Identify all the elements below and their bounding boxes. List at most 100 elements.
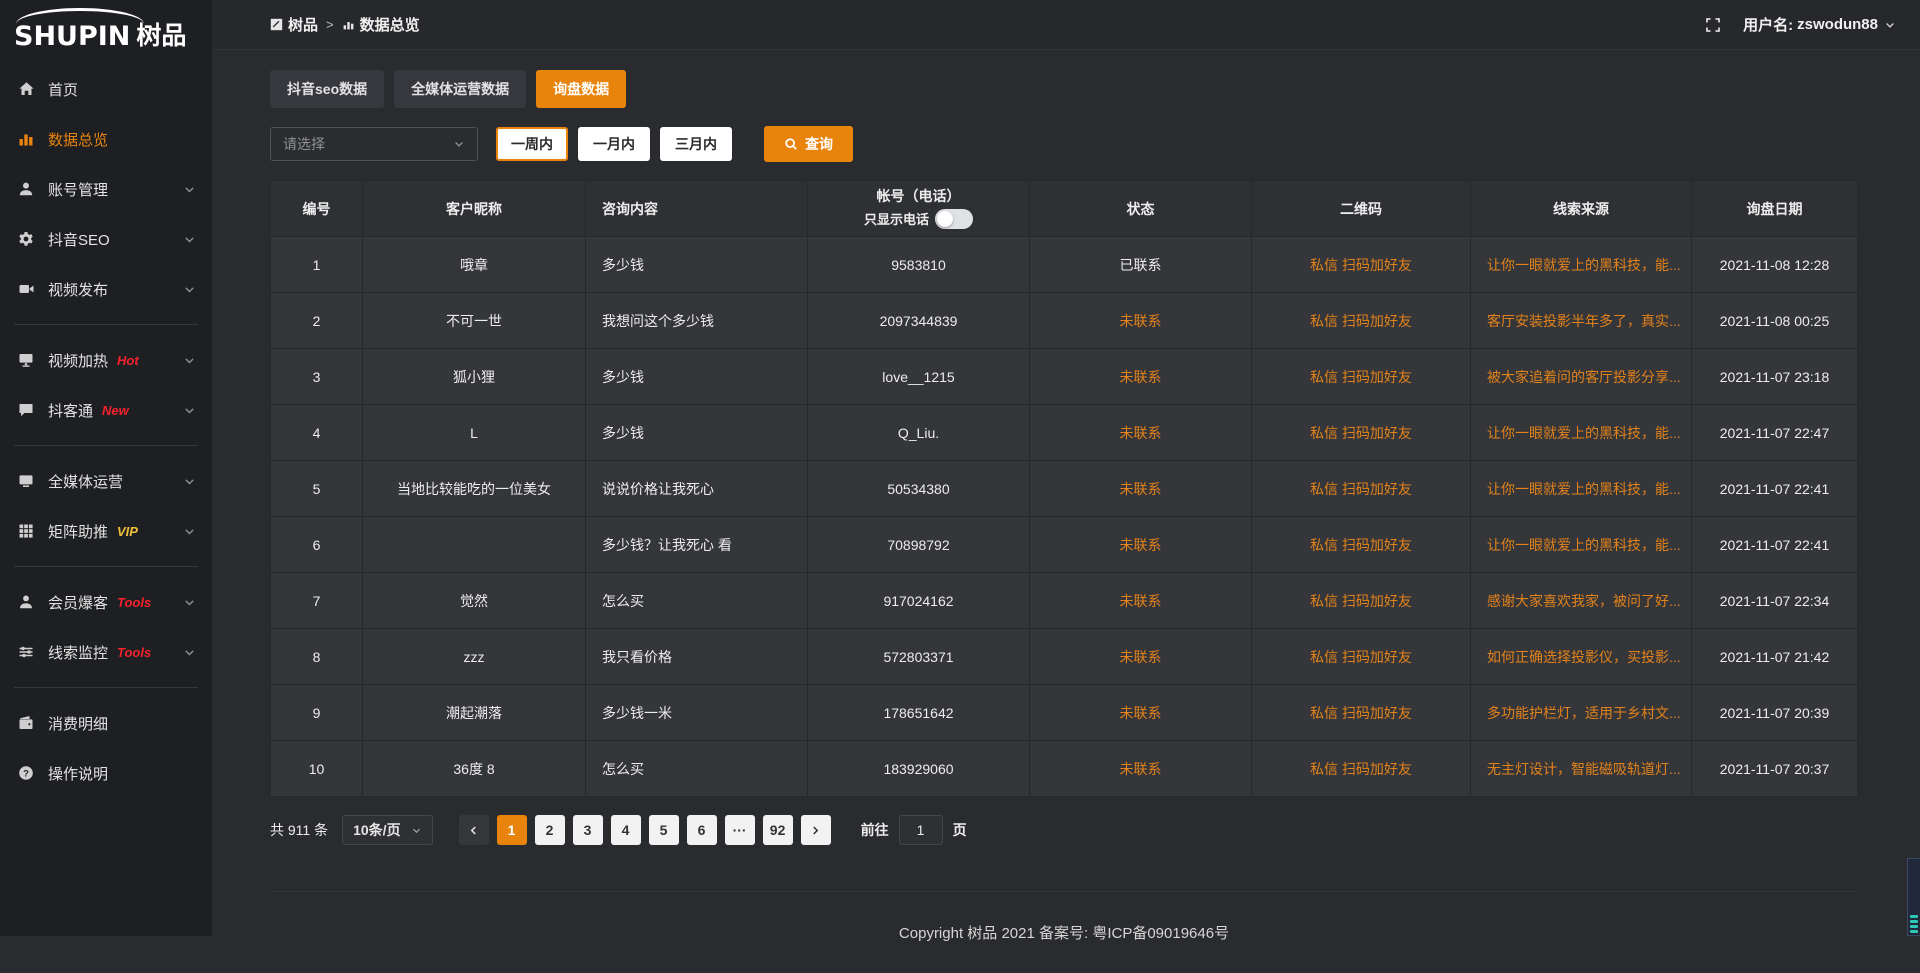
chart-icon (16, 130, 36, 148)
sidebar-item-badge: New (102, 403, 129, 418)
cell-qrcode[interactable]: 私信 扫码加好友 (1252, 237, 1471, 293)
table-row: 6多少钱？让我死心 看70898792未联系私信 扫码加好友让你一眼就爱上的黑科… (271, 517, 1858, 573)
inquiry-table: 编号客户昵称咨询内容帐号（电话）只显示电话状态二维码线索来源询盘日期 1哦章多少… (270, 180, 1858, 797)
cell-source[interactable]: 无主灯设计，智能磁吸轨道灯... (1471, 741, 1692, 797)
fullscreen-icon[interactable] (1705, 17, 1721, 33)
cell-content: 多少钱一米 (586, 685, 808, 741)
cell-qrcode[interactable]: 私信 扫码加好友 (1252, 517, 1471, 573)
cell-account: 70898792 (808, 517, 1030, 573)
cell-nickname: 潮起潮落 (363, 685, 586, 741)
sidebar-item-member-baoke[interactable]: 会员爆客Tools (0, 577, 212, 627)
question-icon: ? (16, 764, 36, 782)
page-button-92[interactable]: 92 (763, 815, 793, 845)
page-button-1[interactable]: 1 (497, 815, 527, 845)
sidebar-item-label: 全媒体运营 (48, 471, 123, 492)
cell-account: love__1215 (808, 349, 1030, 405)
sidebar-item-home[interactable]: 首页 (0, 64, 212, 114)
bar-chart-icon (342, 18, 355, 31)
tab-inquiry-data[interactable]: 询盘数据 (536, 70, 626, 108)
cell-source[interactable]: 让你一眼就爱上的黑科技，能... (1471, 237, 1692, 293)
cell-account: 9583810 (808, 237, 1030, 293)
goto-page-input[interactable] (899, 815, 943, 845)
cell-qrcode[interactable]: 私信 扫码加好友 (1252, 461, 1471, 517)
sidebar-item-data-overview[interactable]: 数据总览 (0, 114, 212, 164)
sidebar-item-operation-guide[interactable]: ?操作说明 (0, 748, 212, 798)
page-button-6[interactable]: 6 (687, 815, 717, 845)
page-ellipsis-button[interactable]: ··· (725, 815, 755, 845)
toggle-knob (937, 211, 953, 227)
sidebar-item-omni-media[interactable]: 全媒体运营 (0, 456, 212, 506)
query-button[interactable]: 查询 (764, 126, 853, 162)
sidebar-item-label: 数据总览 (48, 129, 108, 150)
user-menu[interactable]: 用户名: zswodun88 (1743, 14, 1896, 35)
cell-id: 3 (271, 349, 363, 405)
goto-suffix: 页 (953, 820, 967, 840)
sidebar-item-matrix-boost[interactable]: 矩阵助推VIP (0, 506, 212, 556)
page-button-5[interactable]: 5 (649, 815, 679, 845)
cell-date: 2021-11-07 23:18 (1692, 349, 1858, 405)
cell-source[interactable]: 如何正确选择投影仪，买投影... (1471, 629, 1692, 685)
cell-account: 178651642 (808, 685, 1030, 741)
cell-date: 2021-11-07 21:42 (1692, 629, 1858, 685)
logo-arc (16, 8, 144, 24)
sidebar-item-badge: VIP (117, 524, 138, 539)
account-select[interactable]: 请选择 (270, 127, 478, 161)
cell-nickname: L (363, 405, 586, 461)
cell-content: 多少钱 (586, 405, 808, 461)
chevron-down-icon (183, 283, 196, 296)
cell-source[interactable]: 被大家追着问的客厅投影分享... (1471, 349, 1692, 405)
phone-only-toggle[interactable] (935, 209, 973, 229)
monitor-icon (16, 472, 36, 490)
page-button-4[interactable]: 4 (611, 815, 641, 845)
data-tabs: 抖音seo数据全媒体运营数据询盘数据 (270, 70, 1858, 108)
tab-omni-media-data[interactable]: 全媒体运营数据 (394, 70, 526, 108)
cell-status: 未联系 (1030, 573, 1252, 629)
breadcrumb-current[interactable]: 数据总览 (342, 14, 420, 35)
page-size-select[interactable]: 10条/页 (342, 815, 432, 845)
table-row: 1036度 8怎么买183929060未联系私信 扫码加好友无主灯设计，智能磁吸… (271, 741, 1858, 797)
period-button-1[interactable]: 一月内 (578, 127, 650, 161)
sidebar-item-video-heat[interactable]: 视频加热Hot (0, 335, 212, 385)
sidebar-item-douyin-seo[interactable]: 抖音SEO (0, 214, 212, 264)
sidebar-item-account-management[interactable]: 账号管理 (0, 164, 212, 214)
prev-page-button[interactable] (459, 815, 489, 845)
sidebar-item-video-publish[interactable]: 视频发布 (0, 264, 212, 314)
table-header-row: 编号客户昵称咨询内容帐号（电话）只显示电话状态二维码线索来源询盘日期 (271, 181, 1858, 237)
cell-qrcode[interactable]: 私信 扫码加好友 (1252, 741, 1471, 797)
tab-douyin-seo-data[interactable]: 抖音seo数据 (270, 70, 384, 108)
cell-source[interactable]: 让你一眼就爱上的黑科技，能... (1471, 461, 1692, 517)
column-header-2: 咨询内容 (586, 181, 808, 237)
period-button-0[interactable]: 一周内 (496, 127, 568, 161)
period-button-2[interactable]: 三月内 (660, 127, 732, 161)
cell-qrcode[interactable]: 私信 扫码加好友 (1252, 573, 1471, 629)
cell-qrcode[interactable]: 私信 扫码加好友 (1252, 349, 1471, 405)
sidebar-item-consumption-detail[interactable]: 消费明细 (0, 698, 212, 748)
cell-account: 917024162 (808, 573, 1030, 629)
table-row: 7觉然怎么买917024162未联系私信 扫码加好友感谢大家喜欢我家，被问了好.… (271, 573, 1858, 629)
chevron-down-icon (183, 525, 196, 538)
search-icon (784, 137, 798, 151)
sidebar-item-douketong[interactable]: 抖客通New (0, 385, 212, 435)
sidebar-item-label: 消费明细 (48, 713, 108, 734)
sidebar-item-clue-monitor[interactable]: 线索监控Tools (0, 627, 212, 677)
cell-source[interactable]: 客厅安装投影半年多了，真实... (1471, 293, 1692, 349)
next-page-button[interactable] (801, 815, 831, 845)
cell-source[interactable]: 感谢大家喜欢我家，被问了好... (1471, 573, 1692, 629)
cell-id: 5 (271, 461, 363, 517)
username-value: zswodun88 (1797, 16, 1878, 33)
page-button-2[interactable]: 2 (535, 815, 565, 845)
sidebar-item-label: 抖音SEO (48, 229, 110, 250)
cell-source[interactable]: 多功能护栏灯，适用于乡村文... (1471, 685, 1692, 741)
page-button-3[interactable]: 3 (573, 815, 603, 845)
cell-qrcode[interactable]: 私信 扫码加好友 (1252, 293, 1471, 349)
sidebar-item-badge: Tools (117, 595, 151, 610)
cell-qrcode[interactable]: 私信 扫码加好友 (1252, 685, 1471, 741)
column-header-7: 询盘日期 (1692, 181, 1858, 237)
cell-source[interactable]: 让你一眼就爱上的黑科技，能... (1471, 517, 1692, 573)
cell-source[interactable]: 让你一眼就爱上的黑科技，能... (1471, 405, 1692, 461)
breadcrumb-home[interactable]: 树品 (270, 14, 318, 35)
sidebar-menu: 首页数据总览账号管理抖音SEO 视频发布视频加热Hot抖客通New 全媒体运营矩阵助… (0, 64, 212, 798)
cell-qrcode[interactable]: 私信 扫码加好友 (1252, 629, 1471, 685)
cell-qrcode[interactable]: 私信 扫码加好友 (1252, 405, 1471, 461)
sidebar-item-label: 首页 (48, 79, 78, 100)
